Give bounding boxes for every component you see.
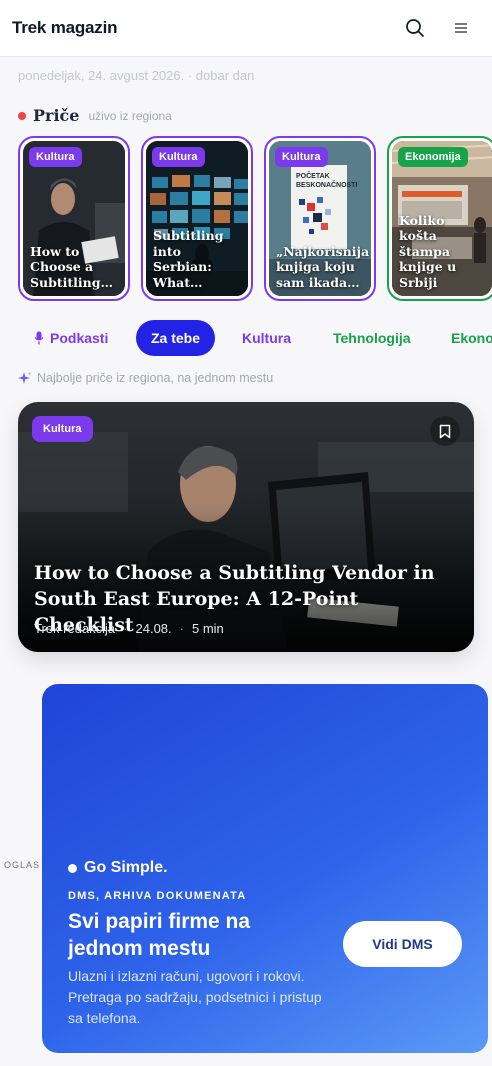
search-icon[interactable] — [399, 12, 431, 44]
ad-label: OGLAS — [4, 860, 41, 870]
ad-brand: Go Simple. — [68, 859, 168, 877]
book-cover-text: POČETAK BESKONAČNOSTI — [296, 173, 358, 189]
story-category-badge: Kultura — [29, 147, 82, 167]
hero-article-card[interactable]: Kultura How to Choose a Subtitling Vendo… — [18, 402, 474, 652]
story-card[interactable]: POČETAK BESKONAČNOSTI Kultura „Najkorisn… — [264, 136, 376, 301]
ad-banner[interactable]: Go Simple. DMS, ARHIVA DOKUMENATA Svi pa… — [42, 684, 488, 1053]
tab-tehnologija[interactable]: Tehnologija — [333, 320, 411, 356]
microphone-icon — [34, 331, 44, 345]
date-greeting: ponedeljak, 24. avgust 2026. · dobar dan — [18, 68, 255, 83]
tagline: Najbolje priče iz regiona, na jednom mes… — [18, 371, 273, 385]
story-image: Ekonomija Koliko košta štampa knjige u S… — [392, 141, 492, 296]
hero-read-time: 5 min — [192, 621, 224, 636]
ad-cta-button[interactable]: Vidi DMS — [343, 921, 462, 967]
hero-category-badge: Kultura — [32, 416, 93, 442]
tagline-text: Najbolje priče iz regiona, na jednom mes… — [37, 371, 274, 385]
stories-title: Priče — [33, 106, 80, 125]
hero-date: 24.08. — [135, 621, 172, 636]
story-category-badge: Kultura — [152, 147, 205, 167]
tab-ekonomija[interactable]: Ekono — [451, 320, 492, 356]
brand-dot-icon — [68, 863, 77, 873]
story-title: Koliko košta štampa knjige u Srbiji — [399, 212, 457, 290]
story-card[interactable]: Kultura Subtitling into Serbian: What… — [141, 136, 253, 301]
story-card[interactable]: Ekonomija Koliko košta štampa knjige u S… — [387, 136, 492, 301]
tab-podkasti[interactable]: Podkasti — [34, 320, 108, 356]
story-title: Subtitling into Serbian: What… — [153, 228, 224, 290]
story-image: POČETAK BESKONAČNOSTI Kultura „Najkorisn… — [269, 141, 371, 296]
story-image: Kultura How to Choose a Subtitling… — [23, 141, 125, 296]
story-title: „Najkorisnija knjiga koju sam ikada… — [276, 243, 370, 290]
menu-icon[interactable] — [445, 12, 477, 44]
story-title: How to Choose a Subtitling… — [30, 243, 113, 290]
sparkle-icon — [18, 371, 31, 384]
bookmark-icon[interactable] — [430, 416, 460, 446]
ad-brand-name: Go Simple. — [84, 859, 168, 876]
story-image: Kultura Subtitling into Serbian: What… — [146, 141, 248, 296]
hero-author: Trek redakcija — [34, 621, 116, 636]
tab-za-tebe[interactable]: Za tebe — [136, 320, 216, 356]
tab-kultura[interactable]: Kultura — [242, 320, 291, 356]
ad-body: Ulazni i izlazni računi, ugovori i rokov… — [68, 968, 322, 1026]
hero-meta: Trek redakcija · 24.08. · 5 min — [34, 621, 224, 636]
live-dot-icon — [18, 111, 26, 120]
stories-header: Priče uživo iz regiona — [18, 106, 172, 125]
story-card[interactable]: Kultura How to Choose a Subtitling… — [18, 136, 130, 301]
stories-subtitle: uživo iz regiona — [88, 108, 172, 123]
tab-label: Podkasti — [50, 330, 109, 346]
ad-kicker: DMS, ARHIVA DOKUMENATA — [68, 890, 247, 902]
top-bar: Trek magazin — [0, 0, 492, 57]
story-category-badge: Kultura — [275, 147, 328, 167]
ad-headline: Svi papiri firme na jednom mestu — [68, 910, 251, 960]
story-category-badge: Ekonomija — [398, 147, 468, 167]
brand-logo[interactable]: Trek magazin — [12, 18, 118, 38]
